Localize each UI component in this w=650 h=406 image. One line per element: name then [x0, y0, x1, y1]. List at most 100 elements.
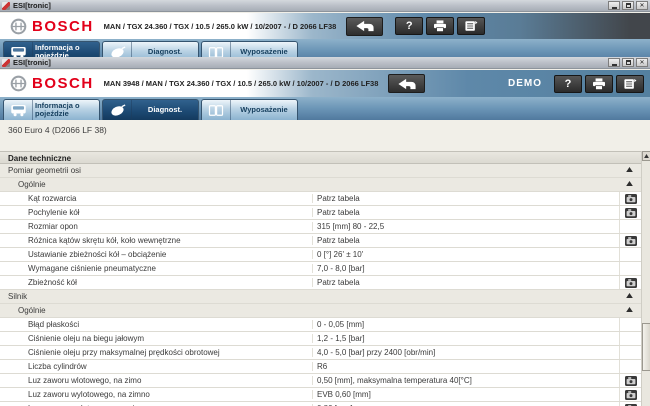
row-value: EVB 0,60 [mm]: [313, 390, 619, 399]
row-value: Patrz tabela: [313, 278, 619, 287]
subsection-row[interactable]: Ogólnie: [0, 178, 641, 192]
book-icon: [202, 100, 231, 120]
row-media-cell: [619, 318, 641, 331]
row-label: Ciśnienie oleju przy maksymalnej prędkoś…: [0, 348, 313, 357]
tech-table-body: Pomiar geometrii osiOgólnieKąt rozwarcia…: [0, 164, 650, 406]
bosch-logo: BOSCH: [10, 75, 94, 92]
table-row: Pochylenie kółPatrz tabela: [0, 206, 641, 220]
subsection-label: Ogólnie: [0, 306, 617, 315]
collapse-arrow-icon[interactable]: [626, 181, 633, 186]
table-row: Ciśnienie oleju przy maksymalnej prędkoś…: [0, 346, 641, 360]
technical-data-table: Dane techniczne Pomiar geometrii osiOgól…: [0, 151, 650, 406]
window1-vehicle-info: MAN / TGX 24.360 / TGX / 10.5 / 265.0 kW…: [104, 22, 337, 31]
subsection-row[interactable]: Ogólnie: [0, 304, 641, 318]
row-label: Wymagane ciśnienie pneumatyczne: [0, 264, 313, 273]
collapse-arrow-icon[interactable]: [626, 167, 633, 172]
window1-title: ESI[tronic]: [13, 1, 51, 10]
close-button[interactable]: ✕: [636, 1, 648, 10]
report-button[interactable]: [616, 75, 644, 93]
section-row[interactable]: Silnik: [0, 290, 641, 304]
row-value: Patrz tabela: [313, 194, 619, 203]
back-arrow-icon: [397, 78, 417, 90]
tab-equipment[interactable]: Wyposażenie: [201, 99, 298, 120]
maximize-button[interactable]: [622, 58, 634, 67]
tab-diagnostics[interactable]: Diagnost.: [102, 99, 199, 120]
camera-button[interactable]: [625, 236, 637, 246]
camera-button[interactable]: [625, 376, 637, 386]
row-label: Zbieżność kół: [0, 278, 313, 287]
table-header: Dane techniczne: [0, 151, 641, 164]
scroll-up-arrow-icon: [644, 154, 649, 158]
row-label: Rozmiar opon: [0, 222, 313, 231]
row-label: Luz zaworu wylotowego, na zimno: [0, 390, 313, 399]
content-area: 360 Euro 4 (D2066 LF 38) Dane techniczne…: [0, 120, 650, 406]
desktop: ESI[tronic] ✕ BOSCH MAN / TGX 24.360 / T…: [0, 0, 650, 406]
camera-button[interactable]: [625, 208, 637, 218]
window2-titlebar[interactable]: ESI[tronic] ✕: [0, 57, 650, 69]
table-row: Błąd płaskości0 - 0,05 [mm]: [0, 318, 641, 332]
scrollbar-thumb[interactable]: [642, 323, 650, 371]
collapse-arrow-icon[interactable]: [626, 293, 633, 298]
row-value: 0 - 0,05 [mm]: [313, 320, 619, 329]
diagnostics-icon: [103, 100, 132, 120]
print-icon: [592, 78, 606, 90]
maximize-button[interactable]: [622, 1, 634, 10]
row-value: 315 [mm] 80 - 22,5: [313, 222, 619, 231]
window2-vehicle-info: MAN 3948 / MAN / TGX 24.360 / TGX / 10.5…: [104, 79, 379, 88]
report-icon: [623, 78, 637, 90]
minimize-button[interactable]: [608, 1, 620, 10]
window1-titlebar[interactable]: ESI[tronic] ✕: [0, 0, 650, 12]
bosch-logo: BOSCH: [10, 18, 94, 35]
back-button[interactable]: [388, 74, 425, 93]
section-row[interactable]: Pomiar geometrii osi: [0, 164, 641, 178]
row-value: 1,2 - 1,5 [bar]: [313, 334, 619, 343]
tab-label: Diagnost.: [132, 100, 198, 120]
bosch-armature-icon: [10, 18, 27, 35]
help-button[interactable]: ?: [395, 17, 423, 35]
camera-button[interactable]: [625, 390, 637, 400]
table-row: Różnica kątów skrętu kół, koło wewnętrzn…: [0, 234, 641, 248]
app-icon: [2, 2, 10, 10]
window2-header: BOSCH MAN 3948 / MAN / TGX 24.360 / TGX …: [0, 70, 650, 97]
table-row: Luz zaworu wylotowego, na zimnoEVB 0,60 …: [0, 388, 641, 402]
print-button[interactable]: [426, 17, 454, 35]
row-media-cell: [619, 374, 641, 387]
close-button[interactable]: ✕: [636, 58, 648, 67]
tab-label: Informacja o pojeździe: [33, 100, 99, 120]
camera-button[interactable]: [625, 278, 637, 288]
report-button[interactable]: [457, 17, 485, 35]
row-media-cell: [619, 346, 641, 359]
truck-icon: [4, 100, 33, 120]
collapse-arrow-icon[interactable]: [626, 307, 633, 312]
back-button[interactable]: [346, 17, 383, 36]
table-row: Zbieżność kółPatrz tabela: [0, 276, 641, 290]
row-media-cell: [619, 206, 641, 219]
row-label: Pochylenie kół: [0, 208, 313, 217]
minimize-button[interactable]: [608, 58, 620, 67]
scroll-up-button[interactable]: [642, 151, 650, 161]
print-button[interactable]: [585, 75, 613, 93]
window2-title: ESI[tronic]: [13, 58, 51, 67]
section-label: Silnik: [0, 292, 617, 301]
row-media-cell: [619, 248, 641, 261]
row-label: Różnica kątów skrętu kół, koło wewnętrzn…: [0, 236, 313, 245]
window1-header: BOSCH MAN / TGX 24.360 / TGX / 10.5 / 26…: [0, 13, 650, 39]
row-media-cell: [619, 360, 641, 373]
row-media-cell: [619, 220, 641, 233]
row-media-cell: [619, 262, 641, 275]
row-label: Kąt rozwarcia: [0, 194, 313, 203]
vertical-scrollbar[interactable]: [641, 151, 650, 406]
row-media-cell: [619, 234, 641, 247]
tab-vehicle-info[interactable]: Informacja o pojeździe: [3, 99, 100, 120]
help-button[interactable]: ?: [554, 75, 582, 93]
row-media-cell: [619, 332, 641, 345]
row-media-cell: [619, 388, 641, 401]
row-value: R6: [313, 362, 619, 371]
demo-badge: DEMO: [508, 78, 542, 89]
row-label: Ciśnienie oleju na biegu jałowym: [0, 334, 313, 343]
row-label: Liczba cylindrów: [0, 362, 313, 371]
table-row: Kąt rozwarciaPatrz tabela: [0, 192, 641, 206]
bosch-wordmark: BOSCH: [32, 75, 94, 92]
table-row: Liczba cylindrówR6: [0, 360, 641, 374]
camera-button[interactable]: [625, 194, 637, 204]
